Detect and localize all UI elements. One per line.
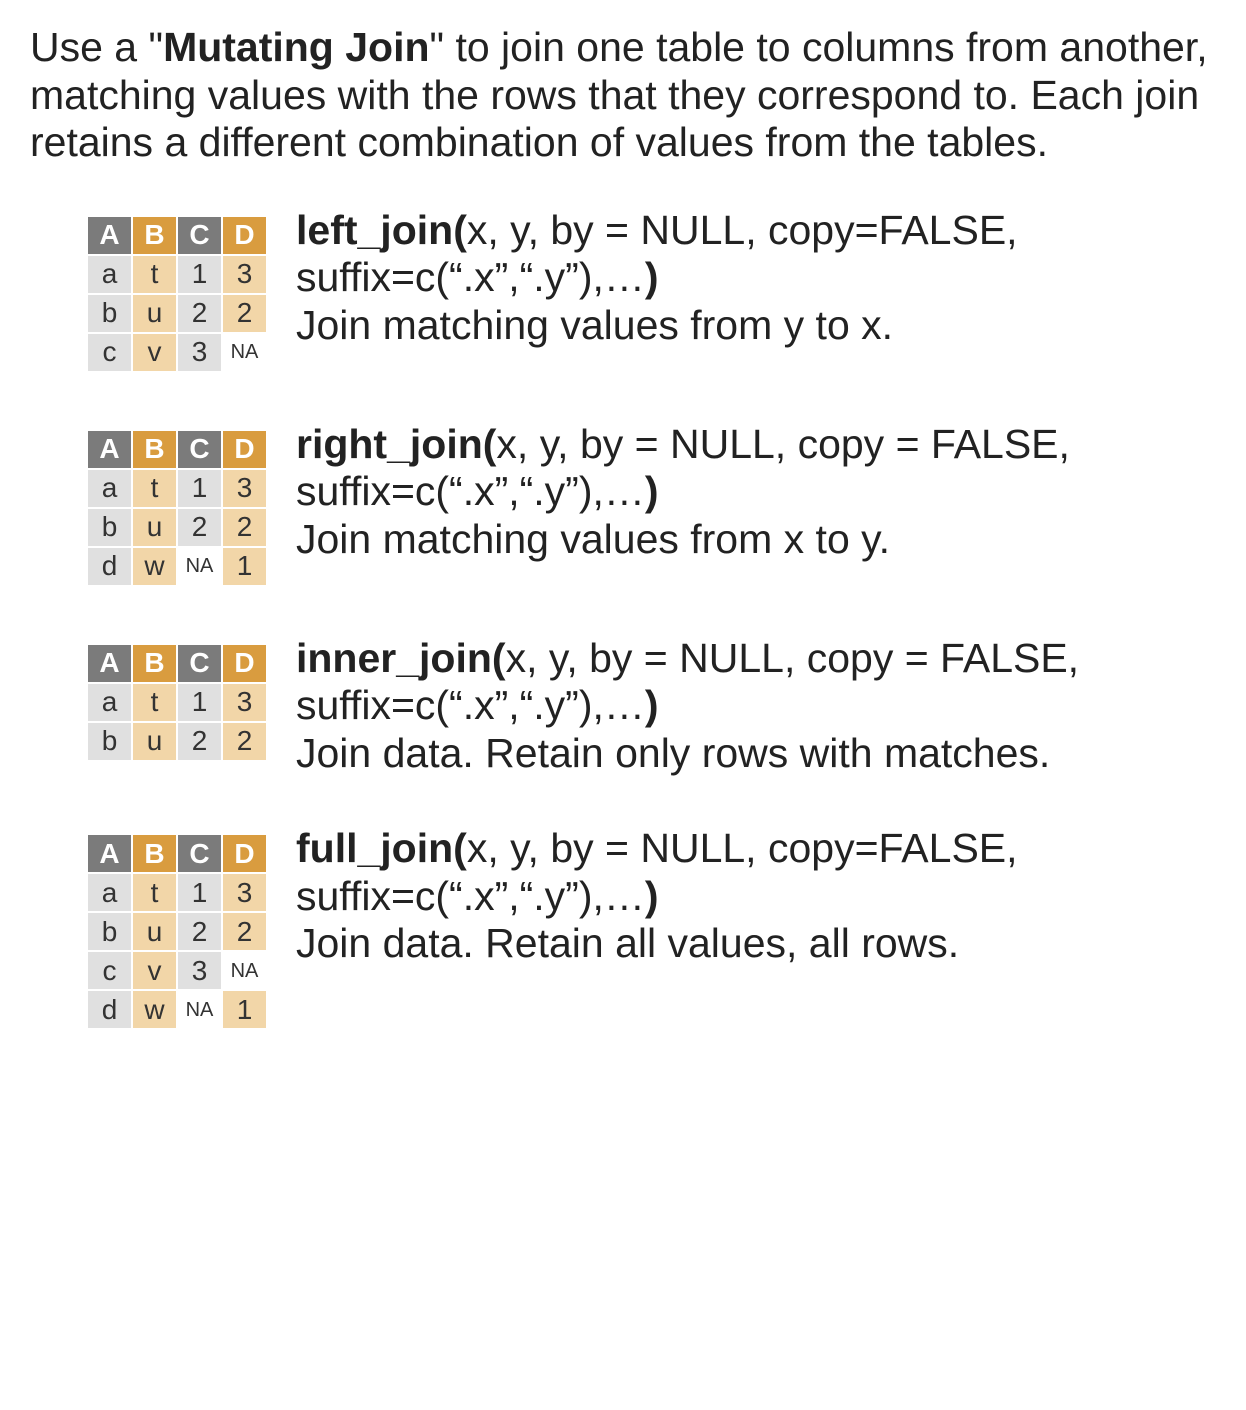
cell: 1	[222, 990, 267, 1029]
intro-bold: Mutating Join	[163, 24, 429, 70]
col-header: C	[177, 834, 222, 873]
cell: c	[87, 951, 132, 990]
join-table: ABCDat13bu22	[86, 643, 268, 762]
cell: u	[132, 912, 177, 951]
cell: b	[87, 722, 132, 761]
join-description: right_join(x, y, by = NULL, copy = FALSE…	[296, 421, 1216, 564]
sig-open: (	[453, 825, 467, 871]
cell: 2	[222, 508, 267, 547]
sig-close: )	[645, 254, 659, 300]
cell: u	[132, 508, 177, 547]
col-header: C	[177, 430, 222, 469]
col-header: D	[222, 644, 267, 683]
cell: d	[87, 990, 132, 1029]
cell: a	[87, 469, 132, 508]
cell: b	[87, 912, 132, 951]
col-header: B	[132, 216, 177, 255]
cell: t	[132, 873, 177, 912]
col-header: A	[87, 430, 132, 469]
cell: 1	[177, 469, 222, 508]
cell: t	[132, 683, 177, 722]
col-header: A	[87, 644, 132, 683]
join-table: ABCDat13bu22dwNA1	[86, 429, 268, 587]
cell: 3	[222, 683, 267, 722]
cell: NA	[177, 990, 222, 1029]
col-header: A	[87, 216, 132, 255]
cell: a	[87, 255, 132, 294]
cell: b	[87, 294, 132, 333]
col-header: D	[222, 430, 267, 469]
cell: t	[132, 469, 177, 508]
cell: a	[87, 873, 132, 912]
cell: 2	[177, 508, 222, 547]
explanation: Join data. Retain all values, all rows.	[296, 920, 1216, 968]
cell: a	[87, 683, 132, 722]
cell: v	[132, 333, 177, 372]
cell: u	[132, 294, 177, 333]
cell: 3	[177, 333, 222, 372]
sig-close: )	[645, 682, 659, 728]
join-section-left_join: ABCDat13bu22cv3NAleft_join(x, y, by = NU…	[30, 207, 1216, 373]
join-table: ABCDat13bu22cv3NA	[86, 215, 268, 373]
function-name: full_join	[296, 825, 453, 871]
cell: 3	[222, 255, 267, 294]
cell: 2	[177, 294, 222, 333]
col-header: A	[87, 834, 132, 873]
cell: 1	[177, 683, 222, 722]
function-name: right_join	[296, 421, 483, 467]
cell: 3	[222, 469, 267, 508]
cell: 2	[222, 912, 267, 951]
cell: 1	[177, 873, 222, 912]
cell: 2	[177, 912, 222, 951]
cell: u	[132, 722, 177, 761]
explanation: Join matching values from x to y.	[296, 516, 1216, 564]
sig-close: )	[645, 873, 659, 919]
cell: 1	[177, 255, 222, 294]
sig-open: (	[492, 635, 506, 681]
function-name: inner_join	[296, 635, 492, 681]
cell: NA	[222, 951, 267, 990]
col-header: C	[177, 216, 222, 255]
cell: NA	[222, 333, 267, 372]
cell: w	[132, 547, 177, 586]
cell: 2	[222, 294, 267, 333]
sig-open: (	[483, 421, 497, 467]
col-header: C	[177, 644, 222, 683]
cell: v	[132, 951, 177, 990]
join-section-right_join: ABCDat13bu22dwNA1right_join(x, y, by = N…	[30, 421, 1216, 587]
intro-text: Use a "Mutating Join" to join one table …	[30, 24, 1216, 167]
cell: 3	[222, 873, 267, 912]
explanation: Join matching values from y to x.	[296, 302, 1216, 350]
cell: NA	[177, 547, 222, 586]
join-section-full_join: ABCDat13bu22cv3NAdwNA1full_join(x, y, by…	[30, 825, 1216, 1030]
cell: 3	[177, 951, 222, 990]
join-table: ABCDat13bu22cv3NAdwNA1	[86, 833, 268, 1030]
join-description: left_join(x, y, by = NULL, copy=FALSE, s…	[296, 207, 1216, 350]
col-header: D	[222, 834, 267, 873]
sig-open: (	[453, 207, 467, 253]
cell: c	[87, 333, 132, 372]
cell: t	[132, 255, 177, 294]
col-header: B	[132, 834, 177, 873]
explanation: Join data. Retain only rows with matches…	[296, 730, 1216, 778]
cell: 1	[222, 547, 267, 586]
cell: b	[87, 508, 132, 547]
intro-pre: Use a "	[30, 24, 163, 70]
col-header: D	[222, 216, 267, 255]
join-description: inner_join(x, y, by = NULL, copy = FALSE…	[296, 635, 1216, 778]
sig-close: )	[645, 468, 659, 514]
join-description: full_join(x, y, by = NULL, copy=FALSE, s…	[296, 825, 1216, 968]
cell: 2	[177, 722, 222, 761]
col-header: B	[132, 644, 177, 683]
function-name: left_join	[296, 207, 453, 253]
cell: w	[132, 990, 177, 1029]
cell: d	[87, 547, 132, 586]
join-section-inner_join: ABCDat13bu22inner_join(x, y, by = NULL, …	[30, 635, 1216, 778]
cell: 2	[222, 722, 267, 761]
col-header: B	[132, 430, 177, 469]
